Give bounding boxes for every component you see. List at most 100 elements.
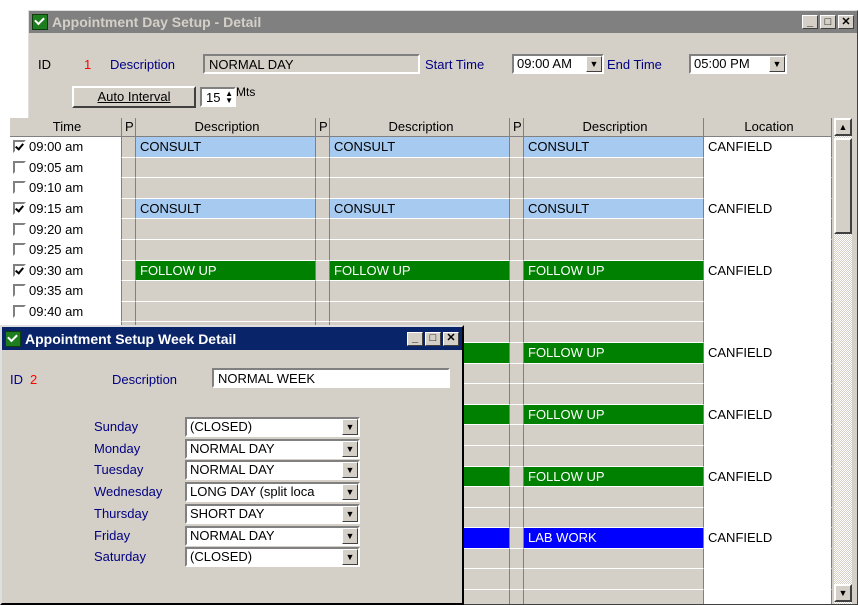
column-header[interactable]: P	[122, 118, 136, 136]
priority-cell[interactable]	[510, 157, 524, 179]
row-checkbox[interactable]	[13, 243, 26, 257]
priority-cell[interactable]	[510, 363, 524, 385]
description-cell[interactable]: FOLLOW UP	[524, 260, 704, 282]
location-cell[interactable]	[704, 157, 832, 179]
column-header[interactable]: Description	[136, 118, 316, 136]
priority-cell[interactable]	[316, 157, 330, 179]
description-cell[interactable]	[330, 178, 510, 199]
dropdown-arrow-icon[interactable]: ▼	[769, 56, 785, 72]
weekday-select[interactable]: (CLOSED) ▼	[185, 547, 360, 568]
start-time-select[interactable]: 09:00 AM ▼	[512, 54, 604, 74]
table-row[interactable]: 09:20 am	[10, 219, 832, 240]
time-cell[interactable]: 09:35 am	[10, 281, 122, 302]
priority-cell[interactable]	[510, 466, 524, 488]
priority-cell[interactable]	[510, 404, 524, 426]
weekday-select[interactable]: LONG DAY (split loca ▼	[185, 482, 360, 503]
minimize-icon[interactable]: _	[802, 15, 818, 29]
spin-icon[interactable]: ▲ ▼	[225, 90, 233, 105]
time-cell[interactable]: 09:05 am	[10, 157, 122, 179]
description-cell[interactable]: CONSULT	[524, 137, 704, 158]
description-cell[interactable]: LAB WORK	[524, 528, 704, 549]
description-cell[interactable]	[136, 239, 316, 261]
description-cell[interactable]	[524, 178, 704, 199]
scroll-down-icon[interactable]: ▼	[834, 584, 852, 602]
location-cell[interactable]	[704, 425, 832, 446]
priority-cell[interactable]	[316, 301, 330, 323]
dropdown-arrow-icon[interactable]: ▼	[342, 527, 358, 544]
column-header[interactable]: Location	[704, 118, 832, 136]
row-checkbox[interactable]	[13, 160, 26, 174]
location-cell[interactable]	[704, 548, 832, 570]
location-cell[interactable]: CANFIELD	[704, 260, 832, 282]
priority-cell[interactable]	[510, 548, 524, 570]
description-cell[interactable]: CONSULT	[136, 137, 316, 158]
table-row[interactable]: 09:40 am	[10, 301, 832, 323]
priority-cell[interactable]	[510, 137, 524, 158]
dropdown-arrow-icon[interactable]: ▼	[342, 484, 358, 501]
priority-cell[interactable]	[510, 487, 524, 508]
dropdown-arrow-icon[interactable]: ▼	[586, 56, 602, 72]
priority-cell[interactable]	[510, 178, 524, 199]
table-row[interactable]: 09:25 am	[10, 239, 832, 261]
location-cell[interactable]	[704, 590, 832, 604]
table-row[interactable]: 09:15 am CONSULT CONSULT CONSULT CANFIELD	[10, 198, 832, 220]
priority-cell[interactable]	[510, 569, 524, 591]
row-checkbox[interactable]	[13, 202, 26, 216]
priority-cell[interactable]	[316, 178, 330, 199]
priority-cell[interactable]	[510, 219, 524, 240]
day-description-field[interactable]: NORMAL DAY	[203, 54, 420, 74]
location-cell[interactable]	[704, 322, 832, 343]
priority-cell[interactable]	[510, 590, 524, 604]
description-cell[interactable]	[330, 239, 510, 261]
description-cell[interactable]	[524, 507, 704, 529]
location-cell[interactable]	[704, 301, 832, 323]
priority-cell[interactable]	[316, 137, 330, 158]
scrollbar-thumb[interactable]	[834, 138, 852, 234]
time-cell[interactable]: 09:00 am	[10, 137, 122, 158]
priority-cell[interactable]	[510, 239, 524, 261]
column-header[interactable]: P	[316, 118, 330, 136]
priority-cell[interactable]	[122, 157, 136, 179]
priority-cell[interactable]	[510, 425, 524, 446]
description-cell[interactable]	[524, 281, 704, 302]
column-header[interactable]: P	[510, 118, 524, 136]
location-cell[interactable]: CANFIELD	[704, 466, 832, 488]
priority-cell[interactable]	[510, 301, 524, 323]
minimize-icon[interactable]: _	[407, 331, 423, 346]
location-cell[interactable]	[704, 281, 832, 302]
priority-cell[interactable]	[122, 198, 136, 220]
description-cell[interactable]: FOLLOW UP	[524, 466, 704, 488]
description-cell[interactable]	[524, 487, 704, 508]
location-cell[interactable]	[704, 487, 832, 508]
description-cell[interactable]	[524, 548, 704, 570]
location-cell[interactable]	[704, 178, 832, 199]
description-cell[interactable]	[524, 384, 704, 405]
row-checkbox[interactable]	[13, 305, 26, 319]
maximize-icon[interactable]: □	[820, 15, 836, 29]
priority-cell[interactable]	[122, 137, 136, 158]
priority-cell[interactable]	[122, 219, 136, 240]
description-cell[interactable]	[136, 219, 316, 240]
priority-cell[interactable]	[510, 528, 524, 549]
time-cell[interactable]: 09:40 am	[10, 301, 122, 323]
description-cell[interactable]	[330, 301, 510, 323]
time-cell[interactable]: 09:20 am	[10, 219, 122, 240]
description-cell[interactable]: FOLLOW UP	[136, 260, 316, 282]
location-cell[interactable]: CANFIELD	[704, 198, 832, 220]
location-cell[interactable]: CANFIELD	[704, 528, 832, 549]
table-row[interactable]: 09:10 am	[10, 178, 832, 199]
description-cell[interactable]: FOLLOW UP	[524, 404, 704, 426]
row-checkbox[interactable]	[13, 263, 26, 277]
priority-cell[interactable]	[316, 281, 330, 302]
description-cell[interactable]	[524, 219, 704, 240]
description-cell[interactable]: FOLLOW UP	[330, 260, 510, 282]
time-cell[interactable]: 09:25 am	[10, 239, 122, 261]
dropdown-arrow-icon[interactable]: ▼	[342, 505, 358, 522]
description-cell[interactable]	[524, 445, 704, 467]
location-cell[interactable]	[704, 384, 832, 405]
location-cell[interactable]	[704, 239, 832, 261]
column-header[interactable]: Description	[524, 118, 704, 136]
time-cell[interactable]: 09:10 am	[10, 178, 122, 199]
description-cell[interactable]	[524, 425, 704, 446]
description-cell[interactable]	[136, 281, 316, 302]
